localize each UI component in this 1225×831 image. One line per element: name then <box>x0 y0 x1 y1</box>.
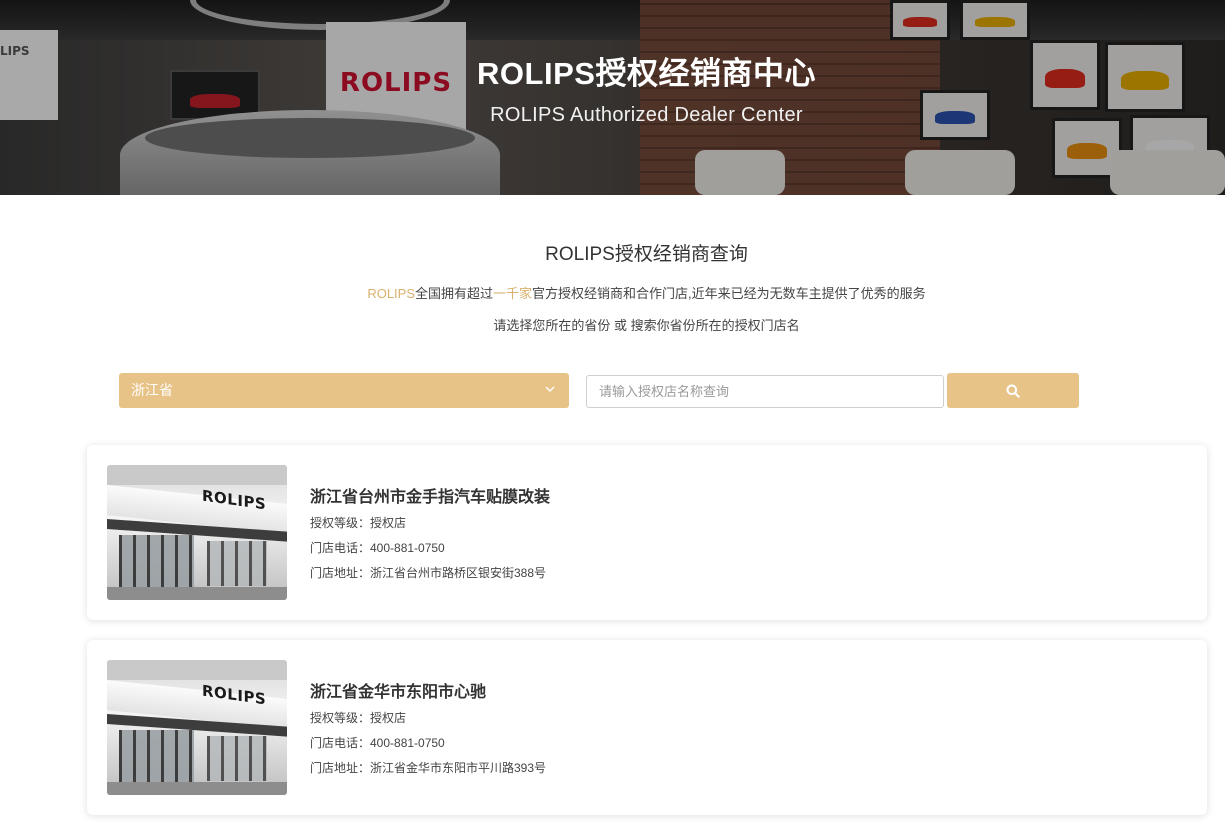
dealer-level: 授权等级：授权店 <box>310 711 407 725</box>
search-icon <box>1006 384 1020 398</box>
hero-title: ROLIPS授权经销商中心 <box>477 56 816 91</box>
dealer-phone: 门店电话：400-881-0750 <box>310 736 445 750</box>
hero-overlay <box>0 0 1225 195</box>
dealer-name[interactable]: 浙江省金华市东阳市心驰 <box>310 678 486 702</box>
intro-highlight: 一千家 <box>493 286 533 301</box>
dealer-name[interactable]: 浙江省台州市金手指汽车贴膜改装 <box>310 483 550 507</box>
dealer-address: 门店地址：浙江省金华市东阳市平川路393号 <box>310 761 547 775</box>
search-input[interactable] <box>586 375 944 408</box>
dealer-phone: 门店电话：400-881-0750 <box>310 541 445 555</box>
photo-sky <box>107 660 287 680</box>
intro-brand: ROLIPS <box>367 286 416 301</box>
dealer-level: 授权等级：授权店 <box>310 516 407 530</box>
photo-glass <box>119 730 194 785</box>
hero-banner: LIPS ROLIPS ROLIPS授权经销商中心 ROLIPS Authori… <box>0 0 1225 195</box>
photo-glass <box>119 535 194 590</box>
hero-subtitle: ROLIPS Authorized Dealer Center <box>490 104 803 126</box>
photo-glass <box>207 541 267 586</box>
intro-text-b: 官方授权经销商和合作门店,近年来已经为无数车主提供了优秀的服务 <box>532 286 926 301</box>
intro-text-a: 全国拥有超过 <box>415 286 494 301</box>
search-hint: 请选择您所在的省份 或 搜索你省份所在的授权门店名 <box>493 318 800 333</box>
dealer-photo: ROLIPS <box>107 465 287 600</box>
intro-text: ROLIPS全国拥有超过一千家官方授权经销商和合作门店,近年来已经为无数车主提供… <box>0 283 1225 302</box>
province-select[interactable]: 浙江省 <box>119 373 569 408</box>
dealer-address: 门店地址：浙江省台州市路桥区银安街388号 <box>310 566 547 580</box>
photo-floor <box>107 782 287 795</box>
section-title: ROLIPS授权经销商查询 <box>545 244 748 265</box>
photo-sky <box>107 465 287 485</box>
search-button[interactable] <box>947 373 1079 408</box>
dealer-card[interactable]: ROLIPS 浙江省金华市东阳市心驰 授权等级：授权店 门店电话：400-881… <box>87 640 1207 815</box>
dealer-card[interactable]: ROLIPS 浙江省台州市金手指汽车贴膜改装 授权等级：授权店 门店电话：400… <box>87 445 1207 620</box>
chevron-down-icon <box>545 386 555 392</box>
province-select-value: 浙江省 <box>131 382 173 398</box>
photo-floor <box>107 587 287 600</box>
photo-glass <box>207 736 267 781</box>
dealer-photo: ROLIPS <box>107 660 287 795</box>
